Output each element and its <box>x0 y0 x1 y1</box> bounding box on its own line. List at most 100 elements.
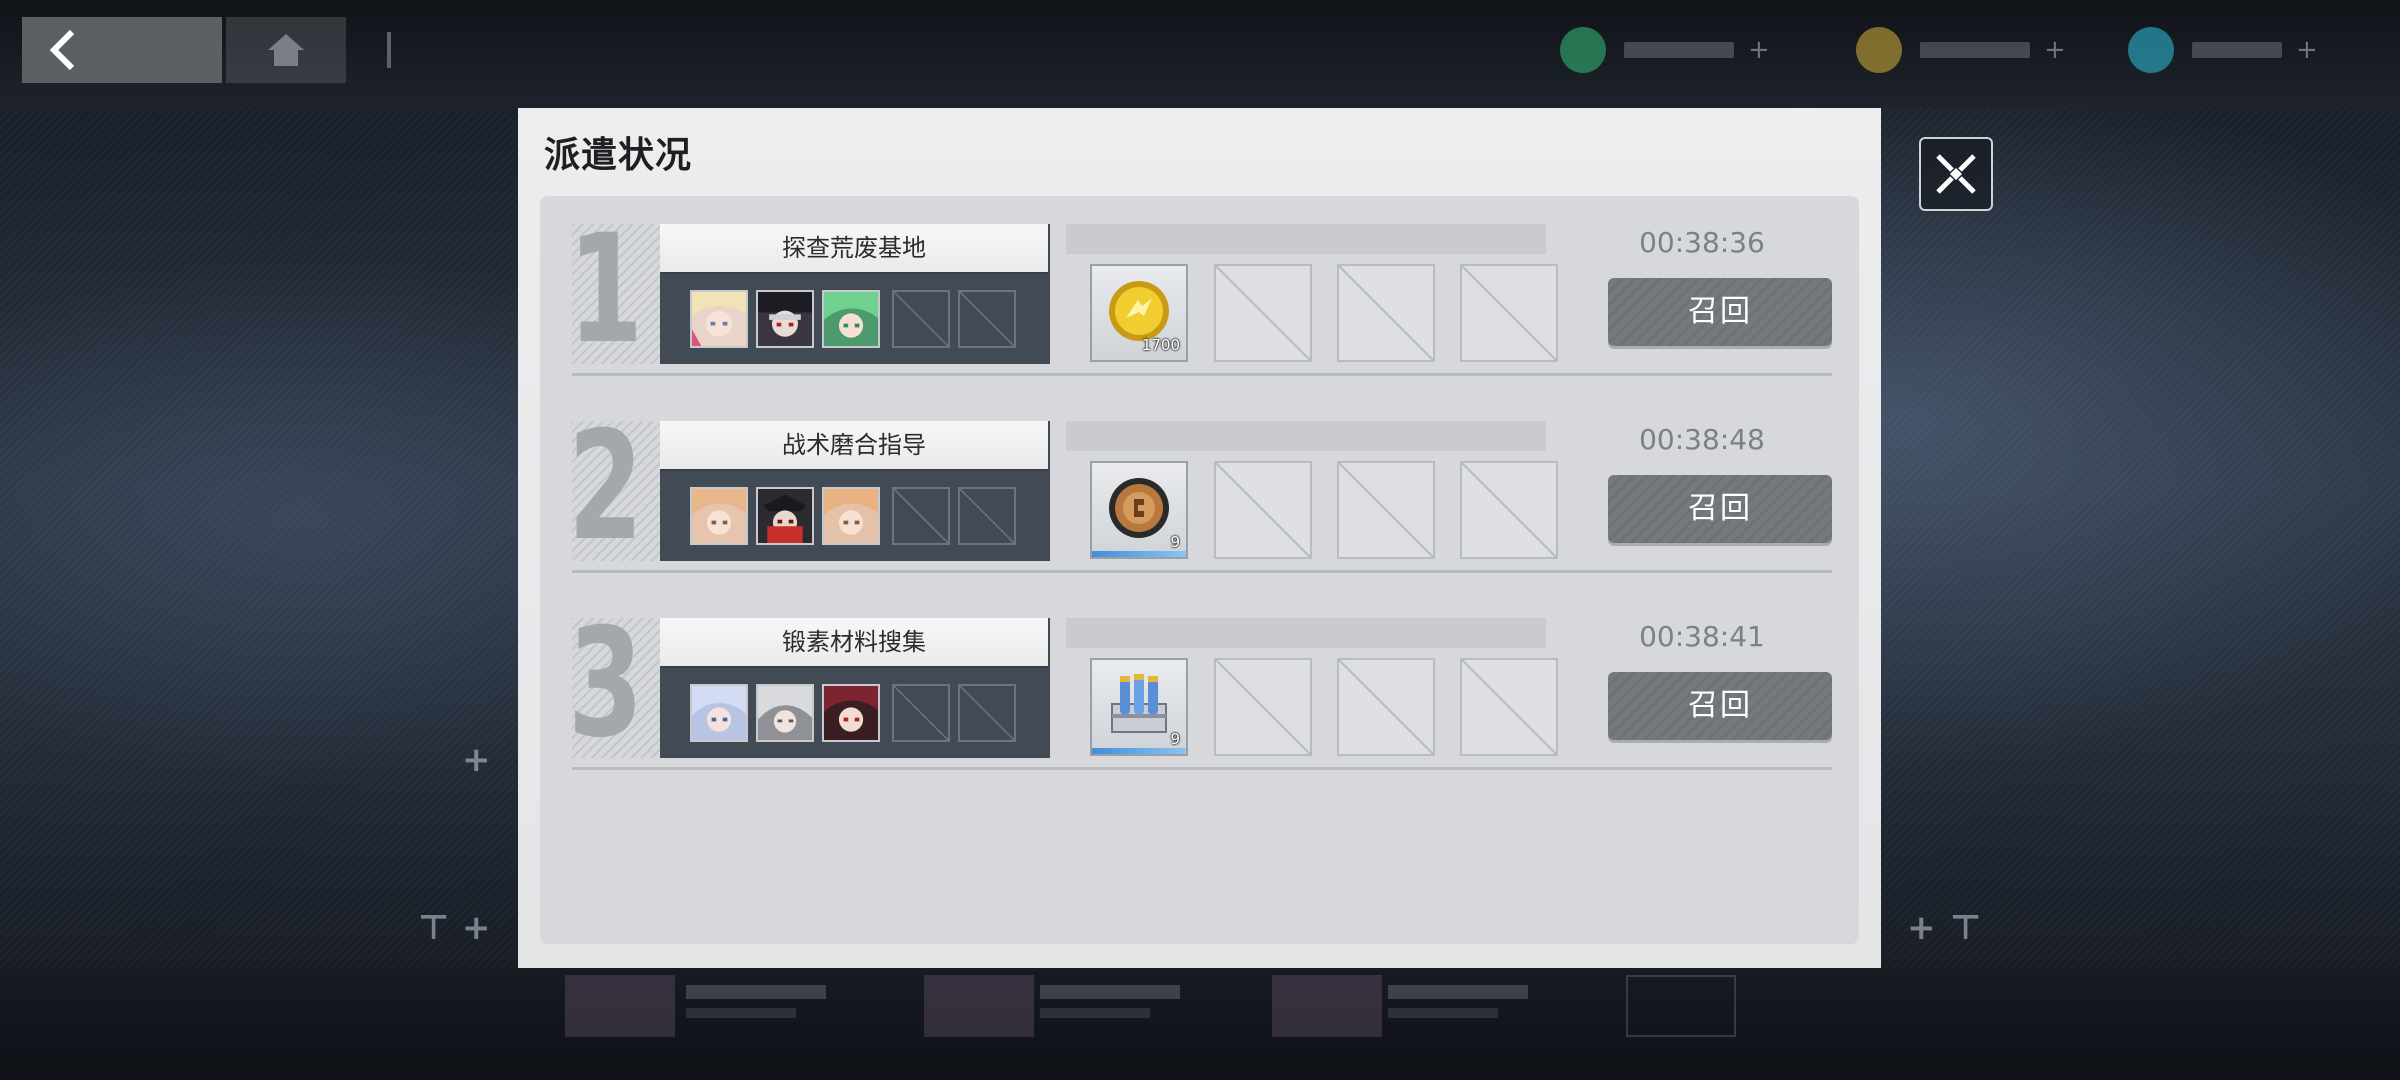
row-divider <box>572 767 1832 770</box>
reward-header <box>1066 421 1546 451</box>
reward-quantity: 9 <box>1170 533 1180 551</box>
reward-item[interactable]: 9 <box>1090 658 1188 756</box>
menu-button[interactable] <box>356 17 422 83</box>
bottom-tab-sublabel <box>1040 1008 1150 1018</box>
character-portrait-image <box>758 489 812 543</box>
resource-value <box>2192 42 2282 58</box>
empty-reward-slot <box>1214 658 1312 756</box>
bronze-medal-icon <box>1109 478 1169 538</box>
crosshair-mark: + <box>462 908 491 948</box>
character-portrait[interactable] <box>690 290 748 348</box>
mission-name: 战术磨合指导 <box>660 421 1048 469</box>
mission-name: 锻素材料搜集 <box>660 618 1048 666</box>
mission-card: 战术磨合指导 <box>660 421 1050 561</box>
coin-icon <box>1856 27 1902 73</box>
resource-value <box>1624 42 1734 58</box>
bottom-bar <box>0 968 2400 1080</box>
mission-name: 探查荒废基地 <box>660 224 1048 272</box>
bottom-tab[interactable] <box>924 975 1034 1037</box>
row-divider <box>572 570 1832 573</box>
dispatch-row-2: 2 战术磨合指导 9 00:38:48 召回 <box>540 393 1859 573</box>
row-divider <box>572 373 1832 376</box>
dispatch-status-dialog: 派遣状况 1 探查荒废基地 1700 00:38:36 召回 2 战术磨合指导 … <box>518 108 1881 968</box>
home-icon <box>268 34 304 66</box>
corner-mark: ⊤ <box>418 908 450 948</box>
character-portrait-image <box>824 489 878 543</box>
empty-reward-slot <box>1337 658 1435 756</box>
character-portrait[interactable] <box>822 684 880 742</box>
resource-value <box>1920 42 2030 58</box>
add-icon[interactable]: + <box>2044 35 2074 65</box>
character-portrait[interactable] <box>756 684 814 742</box>
bottom-tab-empty[interactable] <box>1626 975 1736 1037</box>
bottom-tab[interactable] <box>565 975 675 1037</box>
resource-energy[interactable]: + <box>1560 22 1778 78</box>
empty-reward-slot <box>1460 461 1558 559</box>
bottom-tab[interactable] <box>1272 975 1382 1037</box>
character-portrait[interactable] <box>690 684 748 742</box>
empty-character-slot <box>958 290 1016 348</box>
crosshair-mark: + <box>462 740 491 780</box>
resource-coin[interactable]: + <box>1856 22 2074 78</box>
empty-reward-slot <box>1214 264 1312 362</box>
reward-quantity: 1700 <box>1141 336 1180 354</box>
character-portrait[interactable] <box>822 487 880 545</box>
dispatch-row-1: 1 探查荒废基地 1700 00:38:36 召回 <box>540 196 1859 376</box>
mission-card: 探查荒废基地 <box>660 224 1050 364</box>
mission-card: 锻素材料搜集 <box>660 618 1050 758</box>
dispatch-row-3: 3 锻素材料搜集 9 00:38:41 召回 <box>540 590 1859 770</box>
empty-character-slot <box>958 684 1016 742</box>
close-button[interactable] <box>1919 137 1993 211</box>
dispatch-list: 1 探查荒废基地 1700 00:38:36 召回 2 战术磨合指导 9 00:… <box>540 196 1859 944</box>
reward-item[interactable]: 9 <box>1090 461 1188 559</box>
row-number: 1 <box>568 203 644 377</box>
resource-crystal[interactable]: + <box>2128 22 2326 78</box>
crystal-icon <box>2128 27 2174 73</box>
dialog-title: 派遣状况 <box>544 134 693 176</box>
reward-item[interactable]: 1700 <box>1090 264 1188 362</box>
character-portrait-image <box>758 292 812 346</box>
home-button[interactable] <box>226 17 346 83</box>
empty-reward-slot <box>1460 264 1558 362</box>
character-portrait[interactable] <box>690 487 748 545</box>
dispatch-timer: 00:38:36 <box>1639 226 1765 259</box>
menu-icon <box>387 32 391 68</box>
bottom-tab-label <box>1040 985 1180 999</box>
character-portrait[interactable] <box>756 290 814 348</box>
character-portrait-image <box>692 489 746 543</box>
corner-mark: ⊤ <box>1950 908 1982 948</box>
reward-header <box>1066 618 1546 648</box>
character-portrait[interactable] <box>756 487 814 545</box>
recall-button[interactable]: 召回 <box>1608 278 1832 346</box>
recall-button[interactable]: 召回 <box>1608 672 1832 740</box>
empty-reward-slot <box>1337 461 1435 559</box>
add-icon[interactable]: + <box>2296 35 2326 65</box>
reward-quantity: 9 <box>1170 730 1180 748</box>
dispatch-timer: 00:38:41 <box>1639 620 1765 653</box>
material-crate-icon <box>1111 674 1167 733</box>
empty-character-slot <box>892 487 950 545</box>
back-button[interactable] <box>22 17 222 83</box>
empty-character-slot <box>892 684 950 742</box>
dispatch-timer: 00:38:48 <box>1639 423 1765 456</box>
empty-character-slot <box>892 290 950 348</box>
back-arrow-icon <box>49 29 75 71</box>
bottom-tab-label <box>686 985 826 999</box>
character-portrait-image <box>758 686 812 740</box>
row-number: 2 <box>568 400 644 574</box>
character-portrait-image <box>692 686 746 740</box>
bottom-tab-sublabel <box>1388 1008 1498 1018</box>
empty-reward-slot <box>1214 461 1312 559</box>
recall-button[interactable]: 召回 <box>1608 475 1832 543</box>
character-portrait-image <box>692 292 746 346</box>
energy-icon <box>1560 27 1606 73</box>
add-icon[interactable]: + <box>1748 35 1778 65</box>
bottom-tab-label <box>1388 985 1528 999</box>
character-portrait-image <box>824 292 878 346</box>
crosshair-mark: + <box>1907 908 1936 948</box>
close-icon <box>1936 154 1976 194</box>
character-portrait[interactable] <box>822 290 880 348</box>
empty-reward-slot <box>1337 264 1435 362</box>
empty-character-slot <box>958 487 1016 545</box>
bottom-tab-sublabel <box>686 1008 796 1018</box>
